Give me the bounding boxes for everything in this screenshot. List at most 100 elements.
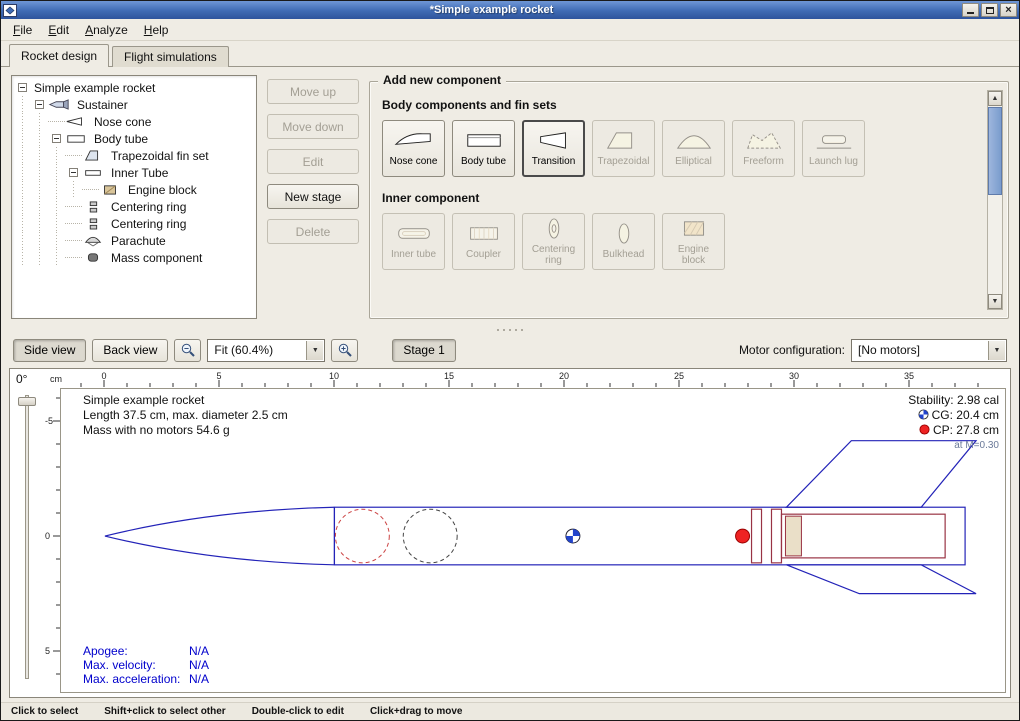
side-view-button[interactable]: Side view [13, 339, 86, 362]
inner-tube-outline[interactable] [781, 514, 945, 558]
cg-icon [918, 409, 929, 420]
scroll-down-icon[interactable]: ▼ [988, 294, 1002, 309]
coupler-icon [463, 222, 505, 248]
max-velocity-label: Max. velocity: [83, 658, 189, 672]
zoom-select[interactable]: Fit (60.4%) ▼ [207, 339, 325, 362]
rocket-dimensions: Length 37.5 cm, max. diameter 2.5 cm [83, 408, 288, 423]
add-engine-block-button: Engine block [662, 213, 725, 270]
new-stage-button[interactable]: New stage [267, 184, 359, 209]
zoom-in-button[interactable] [331, 339, 358, 362]
inner-tube-assembly-outline[interactable] [752, 509, 946, 563]
svg-text:0: 0 [101, 371, 106, 381]
tree-item-centering-ring[interactable]: Centering ring [14, 198, 254, 215]
fin-set-icon [82, 149, 104, 162]
inner-tube-icon [82, 166, 104, 179]
add-component-title: Add new component [378, 73, 506, 87]
engine-block-outline[interactable] [785, 516, 801, 556]
rotation-slider[interactable] [25, 395, 29, 679]
add-elliptical-button: Elliptical [662, 120, 725, 177]
maximize-icon [986, 7, 994, 14]
tree-action-buttons: Move upMove downEditNew stageDelete [267, 75, 359, 319]
tree-item-label: Mass component [108, 251, 205, 265]
add-transition-button[interactable]: Transition [522, 120, 585, 177]
maximize-button[interactable] [981, 3, 998, 17]
body-tube-icon [463, 129, 505, 155]
svg-text:15: 15 [444, 371, 454, 381]
tree-item-engine-block[interactable]: Engine block [14, 181, 254, 198]
tree-expander-icon[interactable] [18, 83, 27, 92]
close-button[interactable]: × [1000, 3, 1017, 17]
elliptical-icon [673, 129, 715, 155]
tree-item-mass-component[interactable]: Mass component [14, 249, 254, 266]
add-trapezoidal-button: Trapezoidal [592, 120, 655, 177]
component-scrollbar[interactable]: ▲ ▼ [987, 90, 1003, 310]
app-window: *Simple example rocket × FileEditAnalyze… [0, 0, 1020, 721]
add-centering-ring-button: Centering ring [522, 213, 585, 270]
tree-item-simple-example-rocket[interactable]: Simple example rocket [14, 79, 254, 96]
chevron-down-icon[interactable]: ▼ [988, 341, 1005, 360]
add-inner-tube-button: Inner tube [382, 213, 445, 270]
menu-analyze[interactable]: Analyze [77, 21, 136, 39]
nose-cone-outline[interactable] [105, 507, 335, 565]
tree-item-label: Parachute [108, 234, 169, 248]
add-launch-lug-button: Launch lug [802, 120, 865, 177]
mass-component-outline[interactable] [403, 509, 457, 563]
tree-item-label: Simple example rocket [31, 81, 158, 95]
component-button-label: Freeform [743, 157, 784, 168]
menu-file[interactable]: File [5, 21, 40, 39]
tree-item-trapezoidal-fin-set[interactable]: Trapezoidal fin set [14, 147, 254, 164]
parachute-outline[interactable] [335, 509, 389, 563]
tree-item-centering-ring[interactable]: Centering ring [14, 215, 254, 232]
tree-item-sustainer[interactable]: Sustainer [14, 96, 254, 113]
centering-ring-outline[interactable] [752, 509, 762, 563]
tree-expander-icon[interactable] [69, 168, 78, 177]
zoom-value: Fit (60.4%) [214, 343, 273, 357]
nose-cone-icon [65, 115, 87, 128]
minimize-button[interactable] [962, 3, 979, 17]
title-bar[interactable]: *Simple example rocket × [1, 1, 1019, 19]
rotation-slider-handle[interactable] [18, 397, 36, 406]
centering-ring-outline[interactable] [771, 509, 781, 563]
cp-value: CP: 27.8 cm [933, 423, 999, 437]
component-button-label: Trapezoidal [598, 157, 650, 168]
tab-flight-simulations[interactable]: Flight simulations [112, 46, 229, 67]
splitter-handle[interactable] [1, 325, 1019, 334]
stage-toggle-button[interactable]: Stage 1 [392, 339, 455, 362]
tree-item-label: Centering ring [108, 200, 189, 214]
svg-text:-5: -5 [45, 416, 53, 426]
fin-bottom-outline[interactable] [786, 565, 976, 594]
back-view-button[interactable]: Back view [92, 339, 168, 362]
body-tube-icon [65, 132, 87, 145]
tree-expander-icon[interactable] [52, 134, 61, 143]
scroll-up-icon[interactable]: ▲ [988, 91, 1002, 106]
zoom-out-button[interactable] [174, 339, 201, 362]
menu-help[interactable]: Help [136, 21, 177, 39]
svg-text:35: 35 [904, 371, 914, 381]
trapezoidal-icon [603, 129, 645, 155]
rocket-canvas[interactable]: Simple example rocket Length 37.5 cm, ma… [60, 388, 1006, 693]
body-tube-outline[interactable] [334, 507, 965, 565]
tree-item-inner-tube[interactable]: Inner Tube [14, 164, 254, 181]
svg-text:5: 5 [45, 646, 50, 656]
scrollbar-thumb[interactable] [988, 107, 1002, 195]
component-button-row: Nose cone Body tube Transition Trapezoidal E… [382, 120, 980, 177]
menu-edit[interactable]: Edit [40, 21, 77, 39]
tree-item-body-tube[interactable]: Body tube [14, 130, 254, 147]
tree-expander-icon[interactable] [35, 100, 44, 109]
cg-row: CG: 20.4 cm [908, 408, 999, 423]
chevron-down-icon[interactable]: ▼ [306, 341, 323, 360]
cp-row: CP: 27.8 cm [908, 423, 999, 438]
component-tree[interactable]: Simple example rocketSustainerNose coneB… [11, 75, 257, 319]
tab-rocket-design[interactable]: Rocket design [9, 44, 109, 67]
motor-config-select[interactable]: [No motors] ▼ [851, 339, 1007, 362]
cg-value: CG: 20.4 cm [932, 408, 999, 422]
app-icon[interactable] [3, 4, 17, 17]
add-nose-cone-button[interactable]: Nose cone [382, 120, 445, 177]
add-body-tube-button[interactable]: Body tube [452, 120, 515, 177]
component-button-label: Body tube [461, 157, 506, 168]
mach-note: at M=0.30 [908, 438, 999, 453]
move-up-button: Move up [267, 79, 359, 104]
ruler-unit-label: cm [50, 374, 62, 384]
tree-item-parachute[interactable]: Parachute [14, 232, 254, 249]
tree-item-nose-cone[interactable]: Nose cone [14, 113, 254, 130]
